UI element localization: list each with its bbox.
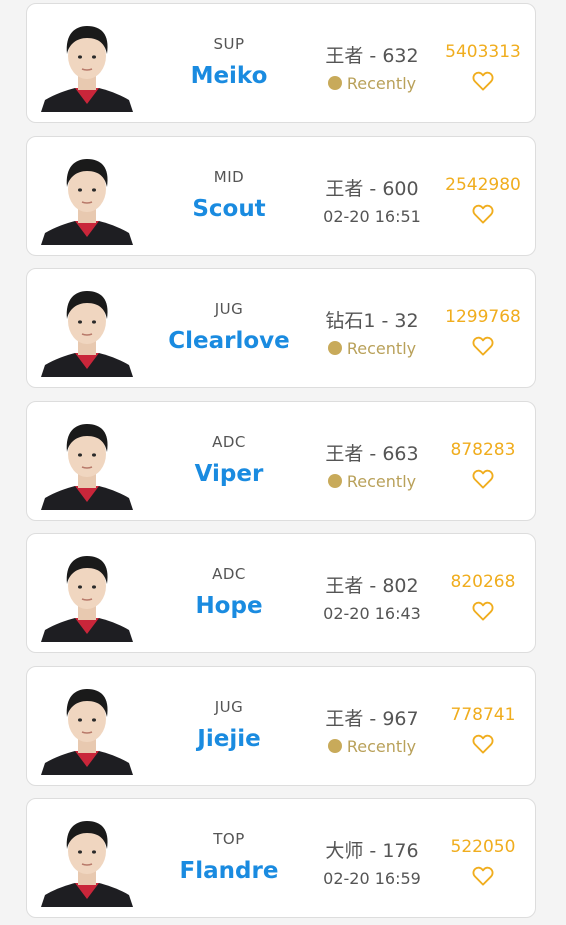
status-dot-icon xyxy=(327,739,342,753)
player-status: 02-20 16:59 xyxy=(309,869,435,888)
player-card[interactable]: ADC Hope 王者 - 802 02-20 16:43 820268 xyxy=(26,533,536,653)
player-card[interactable]: JUG Clearlove 钻石1 - 32 Recently 1299768 xyxy=(26,268,536,388)
player-name[interactable]: Jiejie xyxy=(147,726,311,752)
like-count: 522050 xyxy=(450,837,516,857)
player-avatar xyxy=(41,281,133,377)
like-count: 1299768 xyxy=(445,307,521,327)
player-status: Recently xyxy=(309,339,435,358)
player-name[interactable]: Hope xyxy=(147,593,311,619)
player-name[interactable]: Flandre xyxy=(147,858,311,884)
heart-outline-icon[interactable] xyxy=(472,866,494,886)
status-text: 02-20 16:43 xyxy=(323,604,421,623)
player-role: JUG xyxy=(214,300,244,318)
like-count: 878283 xyxy=(450,440,516,460)
player-avatar xyxy=(41,679,133,775)
heart-outline-icon[interactable] xyxy=(472,601,494,621)
player-name[interactable]: Clearlove xyxy=(147,328,311,354)
like-count: 820268 xyxy=(450,572,516,592)
status-text: 02-20 16:59 xyxy=(323,869,421,888)
player-card[interactable]: JUG Jiejie 王者 - 967 Recently 778741 xyxy=(26,666,536,786)
status-text: Recently xyxy=(346,472,417,491)
player-status: Recently xyxy=(309,737,435,756)
status-dot-icon xyxy=(327,341,342,355)
heart-outline-icon[interactable] xyxy=(472,71,494,91)
player-status: 02-20 16:43 xyxy=(309,604,435,623)
heart-outline-icon[interactable] xyxy=(472,204,494,224)
player-role: SUP xyxy=(213,35,245,53)
like-count: 5403313 xyxy=(445,42,521,62)
player-rank: 王者 - 632 xyxy=(325,45,419,67)
player-avatar xyxy=(41,414,133,510)
player-card[interactable]: MID Scout 王者 - 600 02-20 16:51 2542980 xyxy=(26,136,536,256)
like-count: 778741 xyxy=(450,705,516,725)
player-status: Recently xyxy=(309,74,435,93)
player-rank: 大师 - 176 xyxy=(325,840,419,862)
player-card[interactable]: SUP Meiko 王者 - 632 Recently 5403313 xyxy=(26,3,536,123)
status-text: 02-20 16:51 xyxy=(323,207,421,226)
player-card[interactable]: TOP Flandre 大师 - 176 02-20 16:59 522050 xyxy=(26,798,536,918)
player-name[interactable]: Viper xyxy=(147,461,311,487)
player-list: SUP Meiko 王者 - 632 Recently 5403313 MID … xyxy=(0,0,566,925)
like-count: 2542980 xyxy=(445,175,521,195)
player-role: MID xyxy=(213,168,245,186)
status-dot-icon xyxy=(327,474,342,488)
player-avatar xyxy=(41,546,133,642)
player-avatar xyxy=(41,811,133,907)
status-dot-icon xyxy=(327,76,342,90)
player-role: JUG xyxy=(214,698,244,716)
player-rank: 王者 - 802 xyxy=(325,575,419,597)
player-avatar xyxy=(41,16,133,112)
player-avatar xyxy=(41,149,133,245)
player-role: TOP xyxy=(213,830,245,848)
player-rank: 王者 - 600 xyxy=(325,178,419,200)
player-rank: 王者 - 967 xyxy=(325,708,419,730)
player-rank: 钻石1 - 32 xyxy=(325,310,419,332)
heart-outline-icon[interactable] xyxy=(472,734,494,754)
status-text: Recently xyxy=(346,737,417,756)
player-role: ADC xyxy=(212,433,246,451)
player-status: 02-20 16:51 xyxy=(309,207,435,226)
player-role: ADC xyxy=(212,565,246,583)
heart-outline-icon[interactable] xyxy=(472,469,494,489)
player-name[interactable]: Scout xyxy=(147,196,311,222)
status-text: Recently xyxy=(346,339,417,358)
player-name[interactable]: Meiko xyxy=(147,63,311,89)
heart-outline-icon[interactable] xyxy=(472,336,494,356)
status-text: Recently xyxy=(346,74,417,93)
player-status: Recently xyxy=(309,472,435,491)
player-card[interactable]: ADC Viper 王者 - 663 Recently 878283 xyxy=(26,401,536,521)
player-rank: 王者 - 663 xyxy=(325,443,419,465)
